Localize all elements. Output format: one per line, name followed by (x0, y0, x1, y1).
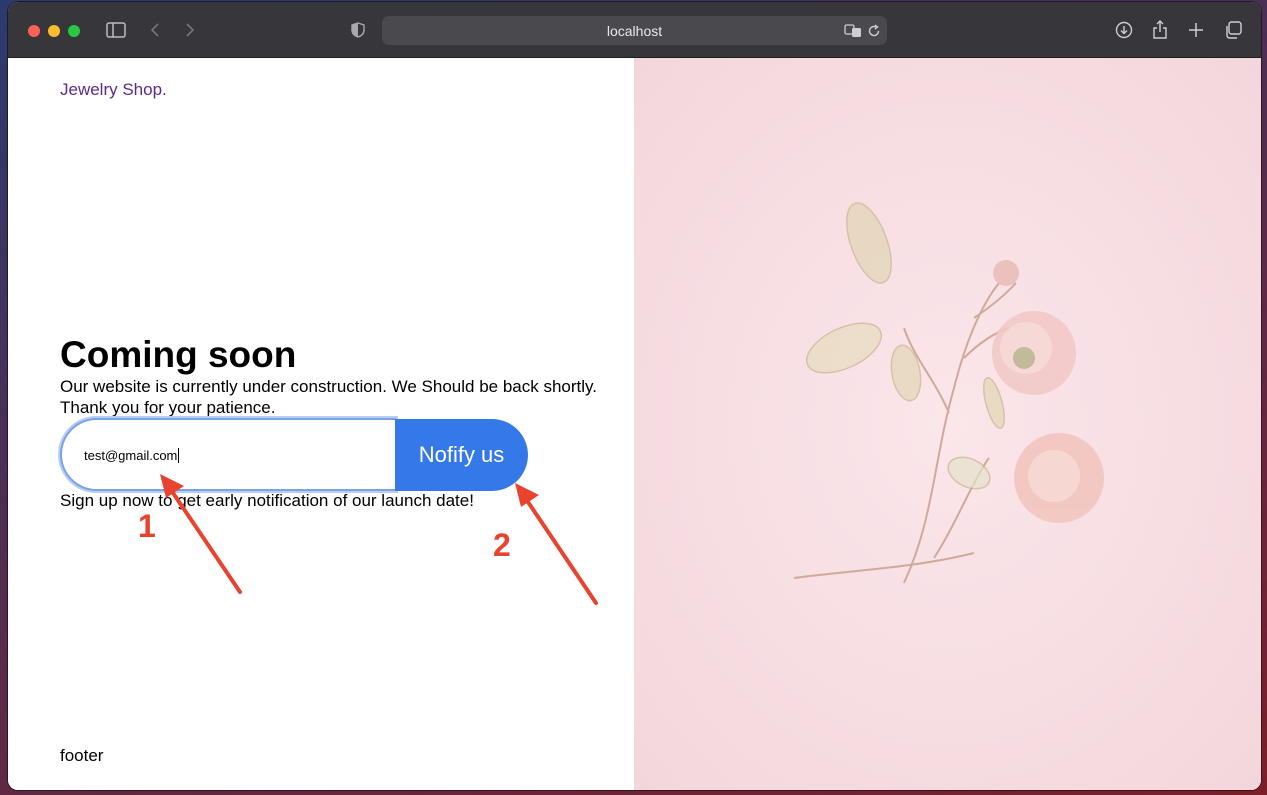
annotation-arrow-1 (169, 488, 242, 594)
annotation-overlay (160, 474, 598, 605)
annotation-marker-2: 2 (493, 527, 511, 563)
annotation-arrow-2 (524, 497, 598, 605)
annotation-marker-1: 1 (138, 508, 156, 544)
